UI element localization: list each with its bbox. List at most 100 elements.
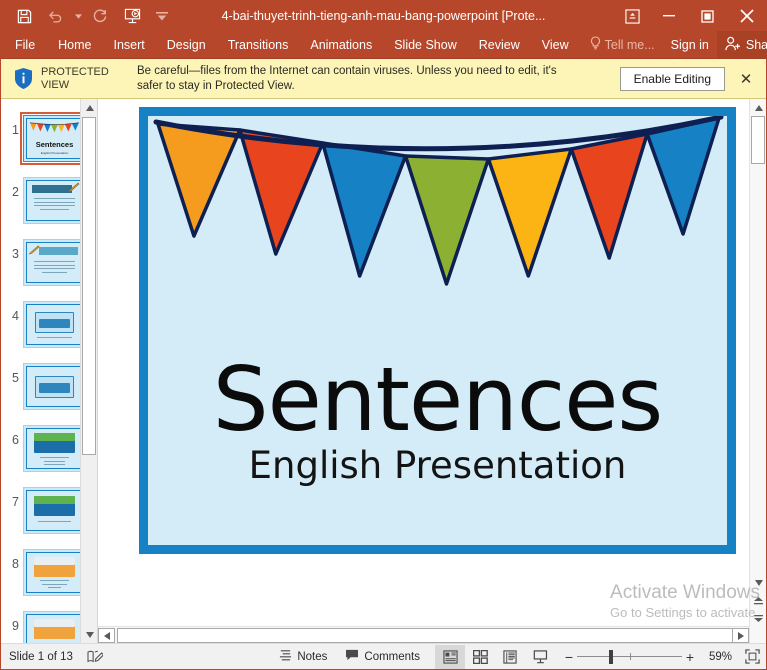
zoom-slider-handle[interactable] — [609, 649, 613, 664]
notes-icon — [279, 649, 292, 665]
view-buttons — [435, 644, 555, 670]
slide-thumbnail-pane: 1 Sentences English Presentation 2 3 4 5… — [1, 99, 97, 643]
protected-view-message: Be careful—files from the Internet can c… — [137, 64, 557, 94]
notes-button[interactable]: Notes — [270, 644, 336, 670]
slide-scroll-up-icon[interactable] — [750, 99, 766, 116]
close-icon[interactable] — [727, 1, 766, 31]
thumbnail-number: 1 — [12, 123, 19, 137]
scroll-up-icon[interactable] — [81, 99, 97, 116]
fit-to-window-button[interactable] — [738, 649, 766, 664]
slide-horizontal-scrollbar[interactable] — [98, 626, 749, 643]
slide-show-view-button[interactable] — [525, 645, 555, 669]
slide-thumbnail-2[interactable] — [23, 177, 86, 224]
slide-thumbnail-5[interactable] — [23, 363, 86, 410]
status-bar: Slide 1 of 13 Notes Comments − + 59% — [1, 643, 766, 669]
slide-title-text[interactable]: Sentences — [213, 356, 664, 444]
notes-label: Notes — [297, 650, 328, 663]
thumbnail-number: 5 — [12, 371, 19, 385]
comment-icon — [345, 649, 359, 664]
activate-windows-watermark: Activate Windows Go to Settings to activ… — [610, 582, 760, 621]
slide-thumbnail-4[interactable] — [23, 301, 86, 348]
spell-check-icon[interactable] — [87, 650, 103, 664]
tab-file[interactable]: File — [1, 31, 47, 58]
protected-view-bar: PROTECTED VIEW Be careful—files from the… — [1, 59, 766, 99]
slide-thumbnail-8[interactable] — [23, 549, 86, 596]
tab-transitions[interactable]: Transitions — [217, 31, 300, 58]
comments-label: Comments — [364, 650, 420, 663]
shield-info-icon — [11, 67, 35, 90]
lightbulb-icon — [590, 36, 601, 53]
zoom-slider[interactable] — [577, 644, 682, 670]
tab-home[interactable]: Home — [47, 31, 102, 58]
zoom-in-button[interactable]: + — [682, 649, 698, 665]
tell-me-search[interactable]: Tell me... — [580, 31, 663, 58]
slide-editing-stage: Sentences English Presentation Activate … — [98, 99, 766, 643]
close-protected-view-icon[interactable]: ✕ — [734, 70, 758, 88]
tab-design[interactable]: Design — [156, 31, 217, 58]
slide-thumbnail-9[interactable] — [23, 611, 86, 643]
undo-dropdown-icon[interactable] — [73, 3, 83, 29]
protected-view-label-line2: VIEW — [41, 78, 70, 91]
reading-view-button[interactable] — [495, 645, 525, 669]
undo-icon[interactable] — [41, 3, 71, 29]
slide-surface[interactable]: Sentences English Presentation — [148, 116, 727, 545]
normal-view-button[interactable] — [435, 644, 465, 669]
pencil-icon — [67, 182, 80, 193]
protected-view-message-line1: Be careful—files from the Internet can c… — [137, 64, 557, 77]
share-label: Share — [745, 37, 767, 52]
share-person-icon — [725, 36, 741, 54]
thumbnail-number: 8 — [12, 557, 19, 571]
thumbnail-number: 7 — [12, 495, 19, 509]
powerpoint-window: 4-bai-thuyet-trinh-tieng-anh-mau-bang-po… — [0, 0, 767, 670]
thumbnail-number: 2 — [12, 185, 19, 199]
slide-thumbnail-1[interactable]: Sentences English Presentation — [20, 112, 89, 165]
thumbnail-number: 9 — [12, 619, 19, 633]
slide-scroll-left-icon[interactable] — [98, 628, 115, 643]
watermark-line-2: Go to Settings to activate — [610, 605, 756, 620]
zoom-level-label[interactable]: 59% — [698, 651, 732, 663]
editor-body: 1 Sentences English Presentation 2 3 4 5… — [1, 99, 766, 643]
previous-slide-icon[interactable] — [750, 592, 766, 609]
slide-thumbnail-3[interactable] — [23, 239, 86, 286]
restore-icon[interactable] — [688, 1, 727, 31]
slide-thumbnail-6[interactable] — [23, 425, 86, 472]
tell-me-label: Tell me... — [604, 37, 655, 52]
thumbnail-scroll-thumb[interactable] — [82, 117, 96, 455]
pencil-icon — [28, 245, 40, 255]
tab-animations[interactable]: Animations — [299, 31, 383, 58]
slide-scroll-thumb[interactable] — [751, 116, 765, 164]
tab-review[interactable]: Review — [468, 31, 531, 58]
slide-subtitle-text[interactable]: English Presentation — [249, 444, 627, 487]
zoom-out-button[interactable]: − — [561, 649, 577, 665]
slide-horizontal-scroll-thumb[interactable] — [117, 627, 748, 643]
slide-thumbnail-7[interactable] — [23, 487, 86, 534]
protected-view-label: PROTECTED VIEW — [41, 66, 117, 92]
sign-in-button[interactable]: Sign in — [663, 31, 717, 58]
scroll-down-icon[interactable] — [81, 626, 97, 643]
thumbnail-number: 4 — [12, 309, 19, 323]
comments-button[interactable]: Comments — [336, 644, 429, 670]
tab-view[interactable]: View — [531, 31, 580, 58]
thumbnail-number: 3 — [12, 247, 19, 261]
slide-scroll-down-icon[interactable] — [750, 574, 766, 591]
customize-quick-access-toolbar-icon[interactable] — [149, 3, 175, 29]
bunting-icon — [29, 122, 79, 133]
slide-canvas[interactable]: Sentences English Presentation — [139, 107, 736, 554]
thumbnail-number: 6 — [12, 433, 19, 447]
share-button[interactable]: Share — [716, 31, 767, 58]
tab-slide-show[interactable]: Slide Show — [383, 31, 468, 58]
tab-insert[interactable]: Insert — [103, 31, 156, 58]
start-from-beginning-icon[interactable] — [117, 3, 147, 29]
redo-icon[interactable] — [85, 3, 115, 29]
minimize-icon[interactable] — [649, 1, 688, 31]
slide-scroll-right-icon[interactable] — [732, 628, 749, 643]
slide-sorter-view-button[interactable] — [465, 645, 495, 669]
save-icon[interactable] — [9, 3, 39, 29]
ribbon-display-options-icon[interactable] — [615, 1, 649, 31]
enable-editing-button[interactable]: Enable Editing — [619, 66, 725, 91]
next-slide-icon[interactable] — [750, 610, 766, 627]
thumbnail-pane-scrollbar[interactable] — [80, 99, 97, 643]
thumbnail-title: Sentences — [35, 140, 74, 149]
slide-vertical-scrollbar[interactable] — [749, 99, 766, 643]
slide-count-label[interactable]: Slide 1 of 13 — [1, 651, 73, 663]
